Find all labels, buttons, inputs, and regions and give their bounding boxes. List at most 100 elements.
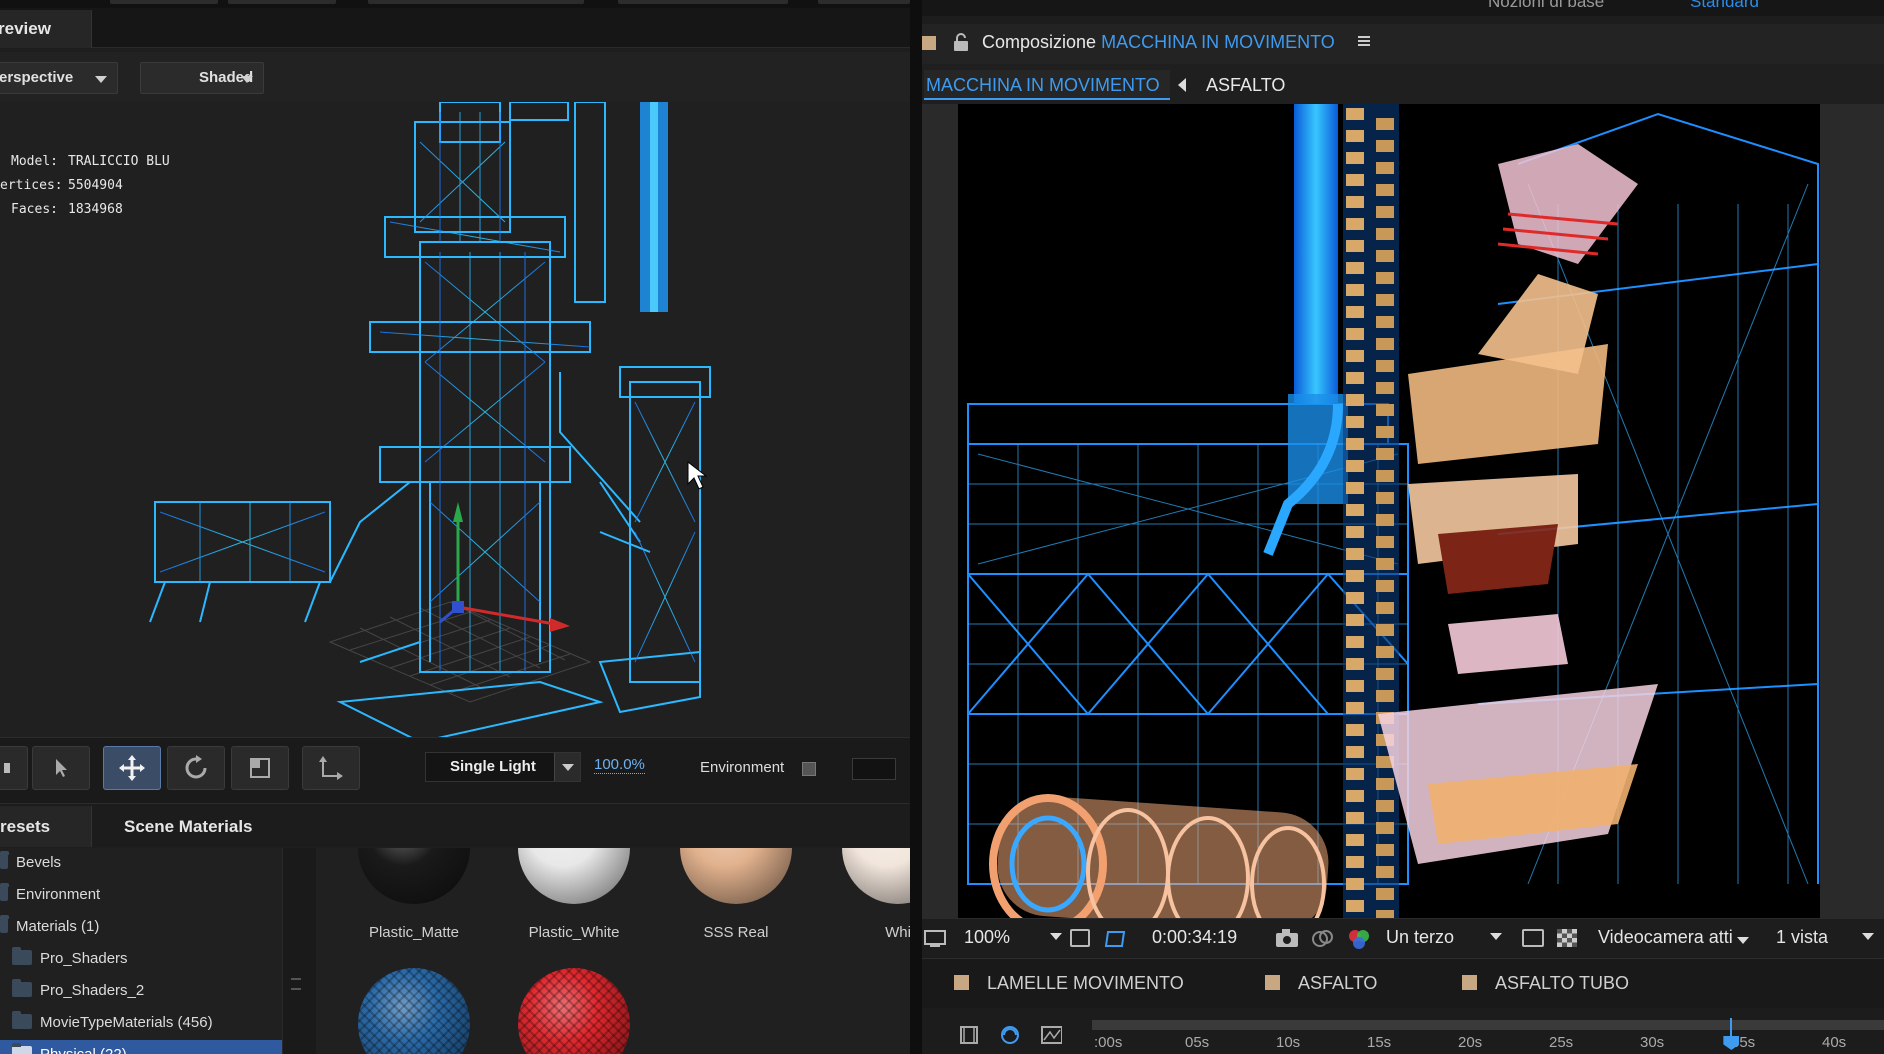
chain-bucket bbox=[1346, 834, 1364, 846]
snapshot-camera-icon[interactable] bbox=[1274, 927, 1300, 949]
chain-bucket bbox=[1376, 118, 1394, 130]
environment-checkbox[interactable] bbox=[802, 762, 816, 776]
chevron-left-icon bbox=[1178, 78, 1186, 92]
tab-preview[interactable]: review bbox=[0, 10, 92, 48]
chain-bucket bbox=[1376, 822, 1394, 834]
chain-bucket bbox=[1376, 272, 1394, 284]
current-timecode[interactable]: 0:00:34:19 bbox=[1152, 927, 1237, 948]
chain-bucket bbox=[1346, 570, 1364, 582]
move-icon bbox=[119, 755, 145, 781]
ruler-tick-label: 05s bbox=[1185, 1034, 1210, 1051]
chain-bucket bbox=[1376, 514, 1394, 526]
material-tile[interactable] bbox=[494, 968, 654, 1054]
render-queue-icon[interactable] bbox=[958, 1024, 980, 1046]
axis-tool-button[interactable] bbox=[302, 746, 360, 790]
monitor-icon[interactable] bbox=[924, 929, 946, 949]
work-area-bar[interactable] bbox=[1092, 1020, 1884, 1030]
view-toolbar bbox=[0, 52, 910, 102]
material-tile[interactable]: SSS Real bbox=[656, 848, 816, 941]
zoom-dropdown[interactable]: 100% bbox=[964, 927, 1063, 948]
light-dropdown[interactable]: Single Light bbox=[425, 752, 581, 782]
mask-visibility-icon[interactable] bbox=[1104, 928, 1128, 950]
tree-item-selected[interactable]: Physical (22) bbox=[0, 1040, 282, 1054]
breadcrumb-active[interactable]: MACCHINA IN MOVIMENTO bbox=[924, 70, 1170, 100]
workspace-bar: Nozioni di base Standard bbox=[922, 0, 1884, 16]
chain-bucket bbox=[1346, 878, 1364, 890]
label-color-swatch bbox=[1265, 975, 1280, 990]
grip-icon bbox=[291, 978, 301, 990]
move-tool-button[interactable] bbox=[103, 746, 161, 790]
color-channels-icon[interactable] bbox=[1346, 927, 1372, 951]
chain-bucket bbox=[1346, 614, 1364, 626]
material-label: Plastic_White bbox=[528, 924, 620, 941]
workspace-tab-active[interactable]: Standard bbox=[1690, 0, 1759, 12]
material-tile[interactable]: Plastic_Matte bbox=[334, 848, 494, 941]
light-dropdown-value: Single Light bbox=[450, 758, 536, 775]
tree-item[interactable]: Environment bbox=[0, 880, 282, 910]
shading-dropdown[interactable]: Shaded bbox=[140, 62, 264, 94]
tree-item[interactable]: Bevels bbox=[0, 848, 282, 878]
views-dropdown[interactable]: 1 vista bbox=[1776, 927, 1875, 948]
tree-item[interactable]: Pro_Shaders_2 bbox=[0, 976, 282, 1006]
chain-bucket bbox=[1346, 350, 1364, 362]
stat-row-vertices: ertices: 5504904 bbox=[0, 174, 170, 198]
material-tile[interactable]: Plastic_White bbox=[494, 848, 654, 941]
chain-bucket bbox=[1346, 218, 1364, 230]
panel-divider[interactable] bbox=[282, 848, 316, 1054]
panel-splitter[interactable] bbox=[910, 0, 922, 1054]
scale-tool-button[interactable] bbox=[231, 746, 289, 790]
tree-item[interactable]: Materials (1) bbox=[0, 912, 282, 942]
timeline-tab[interactable]: ASFALTO bbox=[1265, 973, 1377, 994]
chain-bucket bbox=[1376, 536, 1394, 548]
region-of-interest-icon[interactable] bbox=[1070, 929, 1090, 947]
light-intensity-value[interactable]: 100.0% bbox=[594, 756, 645, 774]
tab-presets[interactable]: resets bbox=[0, 806, 92, 847]
chevron-down-icon bbox=[1737, 937, 1749, 944]
axis-icon bbox=[319, 756, 343, 780]
view-dropdown-value: erspective bbox=[0, 69, 74, 86]
label-color-swatch bbox=[1462, 975, 1477, 990]
composition-name: MACCHINA IN MOVIMENTO bbox=[1101, 32, 1335, 52]
timeline-tab[interactable]: ASFALTO TUBO bbox=[1462, 973, 1629, 994]
chain-bucket bbox=[1346, 416, 1364, 428]
rotate-tool-button[interactable] bbox=[167, 746, 225, 790]
breadcrumb-child[interactable]: ASFALTO bbox=[1206, 70, 1285, 100]
motion-blur-icon[interactable] bbox=[998, 1024, 1020, 1046]
lock-icon[interactable] bbox=[952, 32, 970, 52]
pointer-icon bbox=[56, 759, 67, 777]
graph-editor-icon[interactable] bbox=[1040, 1024, 1062, 1046]
ruler-tick-label: 25s bbox=[1549, 1034, 1574, 1051]
show-snapshot-icon[interactable] bbox=[1310, 927, 1336, 949]
camera-tool-button[interactable] bbox=[0, 746, 28, 790]
chain-bucket bbox=[1376, 206, 1394, 218]
chain-bucket bbox=[1376, 404, 1394, 416]
environment-swatch[interactable] bbox=[852, 758, 896, 780]
material-tile[interactable] bbox=[334, 968, 494, 1054]
stat-value: 5504904 bbox=[68, 178, 123, 193]
chain-bucket bbox=[1346, 174, 1364, 186]
composition-viewer[interactable] bbox=[922, 104, 1884, 918]
tab-scene-materials[interactable]: Scene Materials bbox=[124, 806, 253, 847]
chain-bucket bbox=[1376, 426, 1394, 438]
chain-bucket bbox=[1376, 778, 1394, 790]
select-tool-button[interactable] bbox=[32, 746, 90, 790]
composition-canvas[interactable] bbox=[958, 104, 1820, 918]
panel-menu-icon[interactable] bbox=[1358, 36, 1370, 46]
workspace-tab[interactable]: Nozioni di base bbox=[1488, 0, 1604, 12]
tree-item[interactable]: MovieTypeMaterials (456) bbox=[0, 1008, 282, 1038]
element3d-panel: review erspective Shaded Model: TRALICCI… bbox=[0, 0, 910, 1054]
fast-preview-icon[interactable] bbox=[1522, 929, 1544, 947]
timeline-tab-label: ASFALTO bbox=[1298, 973, 1378, 993]
timeline-tab[interactable]: LAMELLE MOVIMENTO bbox=[954, 973, 1184, 994]
resolution-dropdown[interactable]: Un terzo bbox=[1386, 927, 1503, 948]
material-label: Plastic_Matte bbox=[368, 924, 460, 941]
chain-bucket bbox=[1346, 372, 1364, 384]
material-tile[interactable]: Whi bbox=[818, 848, 910, 941]
folder-icon bbox=[0, 851, 9, 869]
view-dropdown[interactable]: erspective bbox=[0, 62, 118, 94]
tree-item[interactable]: Pro_Shaders bbox=[0, 944, 282, 974]
camera-dropdown[interactable]: Videocamera atti bbox=[1598, 927, 1748, 948]
transparency-grid-icon[interactable] bbox=[1556, 928, 1578, 948]
timeline-tab-label: ASFALTO TUBO bbox=[1495, 973, 1630, 993]
chain-bucket bbox=[1346, 306, 1364, 318]
